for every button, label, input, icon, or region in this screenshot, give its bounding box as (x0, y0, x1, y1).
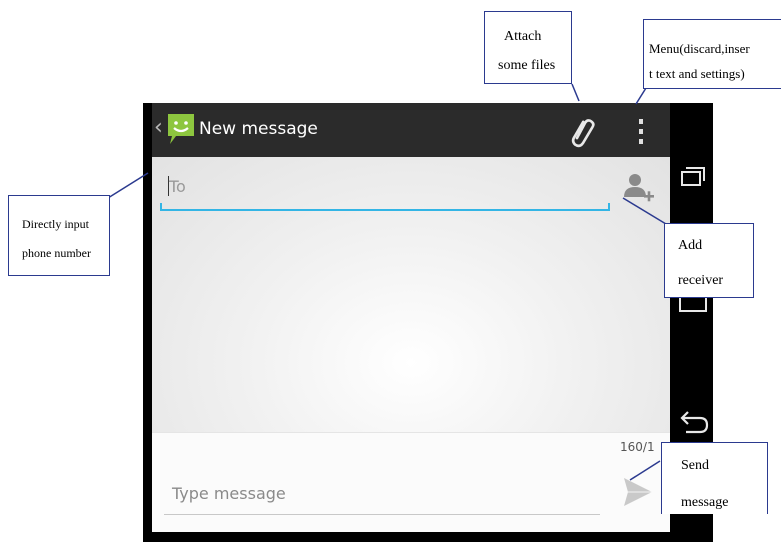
callout-attach-line1: Attach (504, 29, 542, 44)
callout-send-line1: Send (681, 458, 709, 473)
callout-add-receiver-line2: receiver (678, 273, 724, 288)
callout-attach: Attach some files (484, 11, 572, 84)
callout-send: Send message (661, 442, 768, 514)
callout-attach-line2: some files (498, 58, 556, 73)
callout-add-receiver-line1: Add (678, 238, 703, 253)
callout-direct-input-line1: Directly input (22, 217, 89, 231)
callout-menu-line1: Menu(discard,inser (649, 41, 750, 56)
callout-menu-line2: t text and settings) (649, 66, 745, 81)
callout-direct-input: Directly input phone number (8, 195, 110, 276)
callout-menu: Menu(discard,inser t text and settings) (643, 19, 781, 89)
callout-direct-input-line2: phone number (22, 246, 91, 260)
callout-send-line2: message (681, 495, 729, 510)
callout-add-receiver: Add receiver (664, 223, 754, 298)
